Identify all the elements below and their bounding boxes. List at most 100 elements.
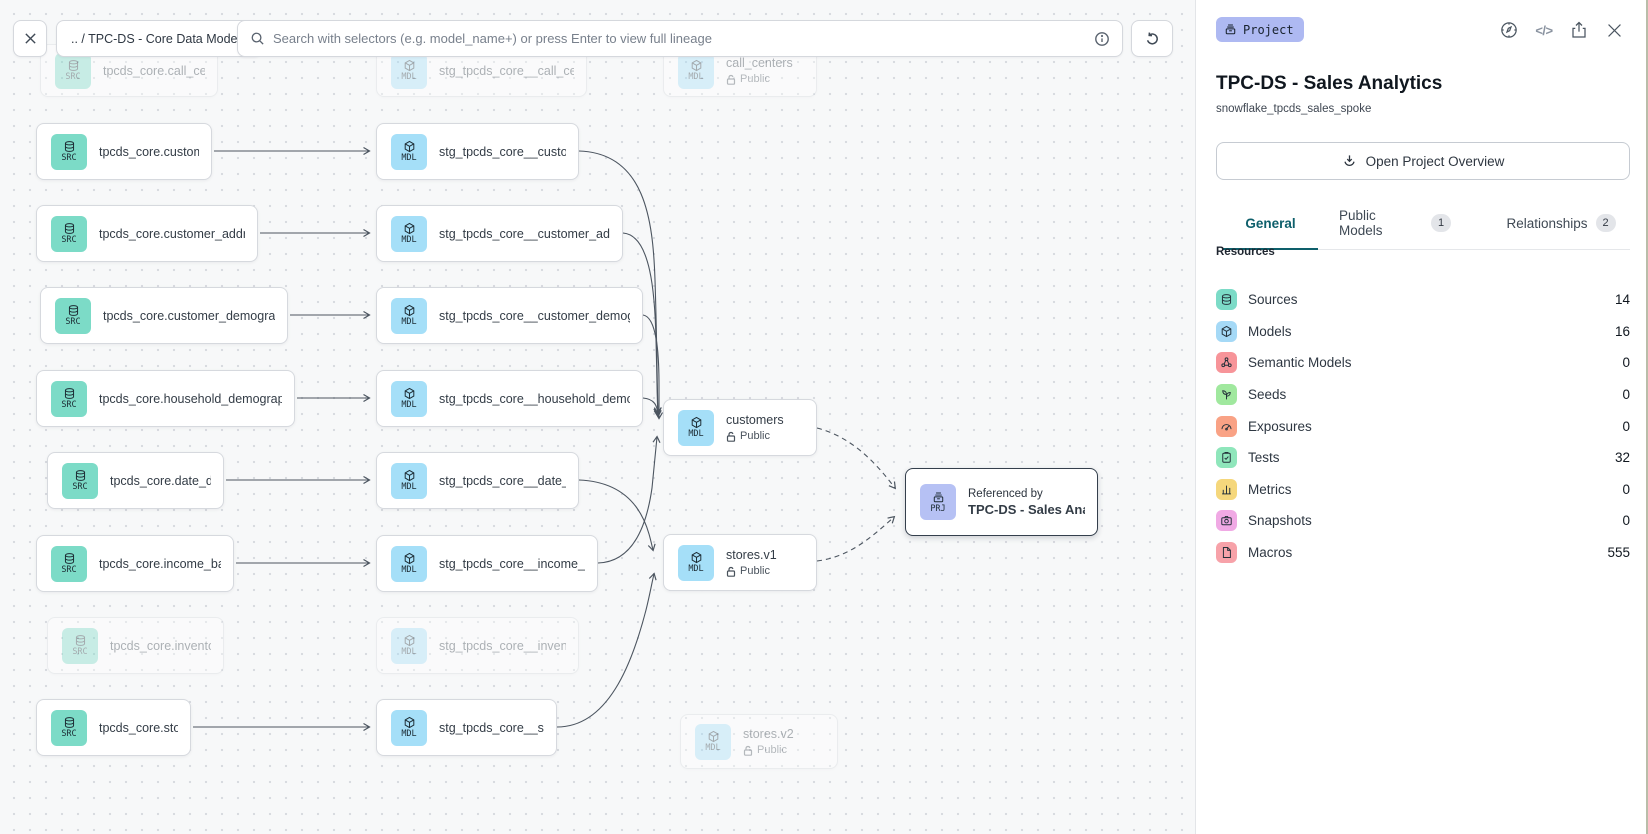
prj-type-badge: PRJ — [920, 484, 956, 520]
lineage-node-stg-customer[interactable]: MDLstg_tpcds_core__customer — [376, 123, 579, 180]
tab-public-models[interactable]: Public Models1 — [1339, 202, 1451, 249]
lineage-node-stg-store[interactable]: MDLstg_tpcds_core__store — [376, 699, 557, 756]
project-badge-label: Project — [1243, 23, 1294, 37]
resource-row-seeds[interactable]: Seeds0 — [1216, 379, 1630, 411]
tab-relationships[interactable]: Relationships2 — [1504, 202, 1618, 249]
cube-icon — [403, 634, 416, 647]
node-label: tpcds_core.customer_address — [99, 227, 245, 241]
open-project-overview-button[interactable]: Open Project Overview — [1216, 142, 1630, 180]
node-label: tpcds_core.household_demographics — [99, 392, 282, 406]
cube-icon — [403, 304, 416, 317]
lock-open-icon — [726, 431, 736, 442]
lineage-node-mdl-customers[interactable]: MDLcustomersPublic — [663, 399, 817, 456]
node-label: stg_tpcds_core__customer_address — [439, 227, 610, 241]
resource-label: Snapshots — [1248, 513, 1611, 528]
project-details-panel: Project </> TPC-DS - Sales Analytics sno… — [1195, 0, 1648, 834]
node-label: call_centers — [726, 56, 793, 70]
lineage-node-src-household-demographics[interactable]: SRC tpcds_core.household_demographics — [36, 370, 295, 427]
resource-count: 16 — [1615, 324, 1630, 339]
node-type-label: MDL — [401, 730, 416, 739]
resource-row-metrics[interactable]: Metrics0 — [1216, 474, 1630, 506]
lock-open-icon — [726, 74, 736, 85]
cube-icon — [403, 716, 416, 729]
cube-icon — [403, 552, 416, 565]
node-text: stg_tpcds_core__income_band — [439, 557, 585, 571]
lineage-node-src-income-band[interactable]: SRCtpcds_core.income_band — [36, 535, 234, 592]
src-type-badge: SRC — [51, 381, 87, 417]
lineage-node-src-customer-demographics[interactable]: SRCtpcds_core.customer_demographics — [40, 287, 288, 344]
node-text: stores.v1Public — [726, 548, 777, 577]
lineage-node-src-customer-address[interactable]: SRCtpcds_core.customer_address — [36, 205, 258, 262]
lineage-node-src-date-dim[interactable]: SRC tpcds_core.date_dim — [47, 452, 224, 509]
lineage-node-mdl-stores-v1[interactable]: MDLstores.v1Public — [663, 534, 817, 591]
node-access: Public — [743, 744, 794, 756]
resource-row-semantic-models[interactable]: Semantic Models0 — [1216, 347, 1630, 379]
info-icon[interactable] — [1094, 31, 1110, 47]
mdl-type-badge: MDL — [678, 53, 714, 89]
node-type-label: MDL — [401, 483, 416, 492]
node-text: tpcds_core.household_demographics — [99, 392, 282, 406]
explore-button[interactable] — [1498, 19, 1520, 41]
lineage-node-stg-customer-address[interactable]: MDLstg_tpcds_core__customer_address — [376, 205, 623, 262]
cube-icon — [403, 222, 416, 235]
lineage-node-src-inventory[interactable]: SRCtpcds_core.inventory — [47, 617, 224, 674]
resource-chip — [1216, 384, 1237, 405]
node-type-label: SRC — [61, 566, 76, 575]
lineage-node-prj-sales-analytics[interactable]: PRJReferenced byTPC-DS - Sales Analytics — [905, 468, 1098, 536]
tab-general[interactable]: General — [1223, 202, 1318, 250]
project-subtitle: snowflake_tpcds_sales_spoke — [1216, 103, 1371, 115]
node-label: customers — [726, 413, 784, 427]
lineage-node-stg-date-dim[interactable]: MDLstg_tpcds_core__date_dim — [376, 452, 579, 509]
lineage-node-stg-customer-demographics[interactable]: MDLstg_tpcds_core__customer_demogra… — [376, 287, 643, 344]
resources-list: Sources14Models16Semantic Models0Seeds0E… — [1216, 284, 1630, 568]
lineage-canvas[interactable]: SRCtpcds_core.call_centerSRCtpcds_core.c… — [0, 0, 1195, 834]
close-icon — [1605, 21, 1624, 40]
open-overview-label: Open Project Overview — [1366, 154, 1505, 169]
lineage-node-stg-household-demographics[interactable]: MDLstg_tpcds_core__household_demogr… — [376, 370, 643, 427]
refresh-icon — [1144, 31, 1160, 47]
lock-open-icon — [726, 566, 736, 577]
resource-count: 0 — [1622, 513, 1630, 528]
node-text: stg_tpcds_core__customer_address — [439, 227, 610, 241]
cube-icon — [403, 140, 416, 153]
search-input[interactable] — [273, 31, 1086, 46]
lineage-node-mdl-stores-v2[interactable]: MDLstores.v2Public — [680, 714, 838, 769]
macro-icon — [1220, 546, 1233, 559]
node-type-label: MDL — [401, 566, 416, 575]
src-type-badge: SRC — [62, 628, 98, 664]
breadcrumb[interactable]: .. / TPC-DS - Core Data Models — [56, 20, 262, 57]
refresh-button[interactable] — [1131, 20, 1173, 57]
resource-chip — [1216, 352, 1237, 373]
lineage-node-stg-inventory[interactable]: MDLstg_tpcds_core__inventory — [376, 617, 579, 674]
lineage-node-src-store[interactable]: SRC tpcds_core.store — [36, 699, 191, 756]
node-label: tpcds_core.store — [99, 721, 178, 735]
resource-count: 0 — [1622, 482, 1630, 497]
lineage-search — [237, 20, 1123, 57]
close-panel-button[interactable] — [1603, 19, 1625, 41]
resource-count: 14 — [1615, 292, 1630, 307]
test-icon — [1220, 451, 1233, 464]
mdl-type-badge: MDL — [391, 381, 427, 417]
node-text: tpcds_core.date_dim — [110, 474, 211, 488]
resource-count: 555 — [1607, 545, 1630, 560]
resource-row-macros[interactable]: Macros555 — [1216, 537, 1630, 569]
resource-chip — [1216, 321, 1237, 342]
close-lineage-button[interactable] — [13, 20, 47, 57]
share-button[interactable] — [1568, 19, 1590, 41]
view-code-button[interactable]: </> — [1533, 19, 1555, 41]
src-type-badge: SRC — [62, 463, 98, 499]
panel-actions: </> — [1498, 19, 1625, 41]
resource-row-tests[interactable]: Tests32 — [1216, 442, 1630, 474]
resource-row-sources[interactable]: Sources14 — [1216, 284, 1630, 316]
resource-count: 0 — [1622, 355, 1630, 370]
node-text: stg_tpcds_core__inventory — [439, 639, 566, 653]
lineage-node-stg-income-band[interactable]: MDL stg_tpcds_core__income_band — [376, 535, 598, 592]
resource-row-exposures[interactable]: Exposures0 — [1216, 410, 1630, 442]
database-icon — [63, 552, 76, 565]
src-type-badge: SRC — [51, 710, 87, 746]
resource-row-snapshots[interactable]: Snapshots 0 — [1216, 505, 1630, 537]
resource-row-models[interactable]: Models16 — [1216, 316, 1630, 348]
panel-tabs: General Public Models1 Relationships2 — [1223, 202, 1630, 250]
tab-count-badge: 2 — [1596, 214, 1616, 232]
lineage-node-src-customer[interactable]: SRCtpcds_core.customer — [36, 123, 212, 180]
